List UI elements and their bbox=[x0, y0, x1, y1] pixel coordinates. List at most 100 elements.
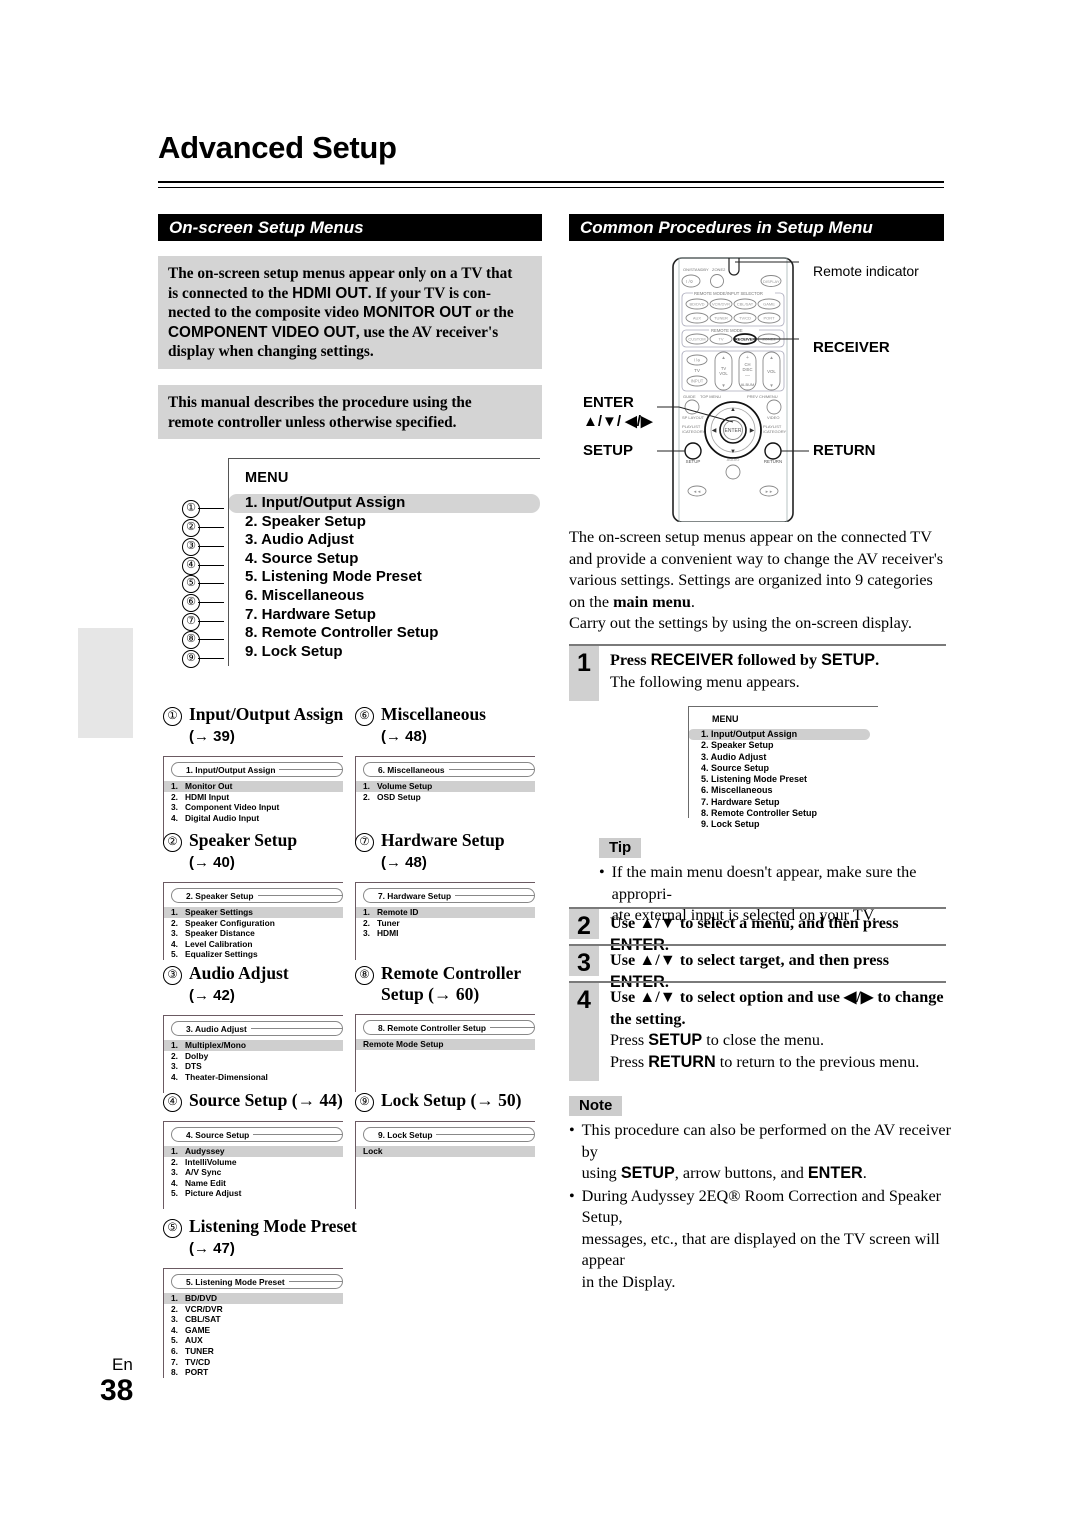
menu-item-remote-controller-setup[interactable]: 8. Remote Controller Setup bbox=[228, 624, 540, 643]
list-item[interactable]: 2. Tuner bbox=[355, 918, 535, 929]
paragraph-line: and provide a convenient way to change t… bbox=[569, 549, 944, 568]
note-bullets: • This procedure can also be performed o… bbox=[569, 1120, 951, 1293]
list-item[interactable]: 1. Volume Setup bbox=[355, 781, 535, 792]
svg-text:GAME: GAME bbox=[763, 302, 775, 307]
list-item[interactable]: 3. CBL/SAT bbox=[163, 1314, 343, 1325]
list-item[interactable]: 3. Speaker Distance bbox=[163, 928, 343, 939]
intro-paragraph: The on-screen setup menus appear on the … bbox=[569, 527, 949, 635]
list-item[interactable]: 5. AUX bbox=[163, 1335, 343, 1346]
list-item[interactable]: 3. DTS bbox=[163, 1061, 343, 1072]
svg-text:REMOTE MODE: REMOTE MODE bbox=[711, 328, 743, 333]
svg-text:VOL: VOL bbox=[767, 369, 776, 374]
list-item[interactable]: 7. TV/CD bbox=[163, 1357, 343, 1368]
bullet-dot: • bbox=[569, 1121, 575, 1139]
list-item[interactable]: 1. Audyssey bbox=[163, 1146, 343, 1157]
list-item[interactable]: 4. Name Edit bbox=[163, 1178, 343, 1189]
screenshot-left-rule bbox=[355, 1014, 356, 1092]
notice-line: This manual describes the procedure usin… bbox=[168, 394, 472, 411]
step-subtext: to return to the previous menu. bbox=[715, 1052, 920, 1071]
list-item[interactable]: 2. IntelliVolume bbox=[163, 1157, 343, 1168]
rule bbox=[288, 1281, 342, 1282]
list-item[interactable]: 6. Miscellaneous bbox=[688, 785, 878, 796]
svg-text:AUX: AUX bbox=[693, 316, 702, 321]
list-item[interactable]: 1. Remote ID bbox=[355, 907, 535, 918]
list-item[interactable]: 3. HDMI bbox=[355, 928, 535, 939]
list-item[interactable]: 4. Theater-Dimensional bbox=[163, 1072, 343, 1083]
list-item[interactable]: Remote Mode Setup bbox=[355, 1039, 535, 1050]
list-item[interactable]: Lock bbox=[355, 1146, 535, 1157]
list-item[interactable]: 5. Equalizer Settings bbox=[163, 949, 343, 960]
step-text: Use ▲/▼ to select option and use ◀/▶ to … bbox=[610, 988, 944, 1071]
list-item[interactable]: 1. Monitor Out bbox=[163, 781, 343, 792]
step-subtext: to close the menu. bbox=[702, 1031, 825, 1049]
list-item[interactable]: 3. A/V Sync bbox=[163, 1167, 343, 1178]
subsection-input-output-assign: ① Input/Output Assign (→ 39) 1. Input/Out… bbox=[163, 704, 348, 844]
list-item[interactable]: 2. Speaker Configuration bbox=[163, 918, 343, 929]
menu-item-lock-setup[interactable]: 9. Lock Setup bbox=[228, 643, 540, 662]
menu-illustration-title: MENU bbox=[245, 470, 289, 486]
page-number: 38 bbox=[100, 1374, 134, 1407]
screenshot-lock-setup: 9. Lock Setup Lock bbox=[355, 1121, 535, 1209]
list-item[interactable]: 4. Source Setup bbox=[688, 763, 878, 774]
list-item[interactable]: 5. Picture Adjust bbox=[163, 1188, 343, 1199]
menu-item-speaker-setup[interactable]: 2. Speaker Setup bbox=[228, 513, 540, 532]
notice-line: is connected to the bbox=[168, 284, 293, 302]
menu-item-listening-mode-preset[interactable]: 5. Listening Mode Preset bbox=[228, 568, 540, 587]
svg-text:AUDIO: AUDIO bbox=[727, 457, 740, 462]
subsection-title-line2: Setup (→ 60) bbox=[381, 984, 480, 1004]
list-item[interactable]: 1. Input/Output Assign bbox=[688, 729, 870, 741]
callout-leader-4 bbox=[198, 565, 224, 566]
list-item[interactable]: 1. Speaker Settings bbox=[163, 907, 343, 918]
list-item[interactable]: 1. BD/DVD bbox=[163, 1293, 343, 1304]
menu-item-source-setup[interactable]: 4. Source Setup bbox=[228, 550, 540, 569]
screenshot-title: 1. Input/Output Assign bbox=[186, 764, 276, 775]
list-item[interactable]: 4. GAME bbox=[163, 1325, 343, 1336]
list-item[interactable]: 3. Component Video Input bbox=[163, 802, 343, 813]
list-item[interactable]: 9. Lock Setup bbox=[688, 819, 878, 830]
notice-line: remote controller unless otherwise speci… bbox=[168, 413, 457, 431]
svg-text:TV/CD: TV/CD bbox=[739, 316, 751, 321]
list-item[interactable]: 7. Hardware Setup bbox=[688, 797, 878, 808]
svg-text:/CATEGORY: /CATEGORY bbox=[682, 429, 706, 434]
screenshot-top-rule bbox=[163, 756, 343, 757]
list-item[interactable]: 4. Digital Audio Input bbox=[163, 813, 343, 824]
subsection-heading: ③ Audio Adjust (→ 42) bbox=[163, 963, 348, 1006]
subsection-title: Speaker Setup bbox=[189, 830, 298, 850]
svg-text:TUNER: TUNER bbox=[714, 316, 728, 321]
list-item[interactable]: 2. VCR/DVR bbox=[163, 1304, 343, 1315]
svg-text:BD/DVD: BD/DVD bbox=[689, 302, 704, 307]
list-item[interactable]: 2. HDMI Input bbox=[163, 792, 343, 803]
list-item[interactable]: 8. PORT bbox=[163, 1367, 343, 1378]
callout-number: ⑨ bbox=[355, 1093, 374, 1112]
subsection-title: Audio Adjust bbox=[189, 963, 289, 983]
rule bbox=[253, 1134, 342, 1135]
callout-number: ⑦ bbox=[355, 833, 374, 852]
list-item[interactable]: 4. Level Calibration bbox=[163, 939, 343, 950]
list-item[interactable]: 2. Speaker Setup bbox=[688, 740, 878, 751]
list-item[interactable]: 2. Dolby bbox=[163, 1051, 343, 1062]
key-setup: SETUP bbox=[821, 651, 876, 669]
page-reference: (→ 47) bbox=[189, 1240, 235, 1257]
page-language: En bbox=[112, 1355, 133, 1374]
list-item[interactable]: 2. OSD Setup bbox=[355, 792, 535, 803]
menu-item-input-output-assign[interactable]: 1. Input/Output Assign bbox=[228, 494, 540, 513]
svg-text:TOP MENU: TOP MENU bbox=[700, 394, 721, 399]
subsection-heading: ② Speaker Setup (→ 40) bbox=[163, 830, 348, 873]
svg-text:GUIDE: GUIDE bbox=[683, 394, 696, 399]
menu-item-miscellaneous[interactable]: 6. Miscellaneous bbox=[228, 587, 540, 606]
screenshot-title-pill: 4. Source Setup bbox=[171, 1127, 343, 1142]
menu-item-hardware-setup[interactable]: 7. Hardware Setup bbox=[228, 606, 540, 625]
list-item[interactable]: 1. Multiplex/Mono bbox=[163, 1040, 343, 1051]
menu-item-audio-adjust[interactable]: 3. Audio Adjust bbox=[228, 531, 540, 550]
rule bbox=[279, 769, 342, 770]
svg-text:SP LAYOUT: SP LAYOUT bbox=[682, 415, 705, 420]
list-item[interactable]: 6. TUNER bbox=[163, 1346, 343, 1357]
list-item[interactable]: 5. Listening Mode Preset bbox=[688, 774, 878, 785]
list-item[interactable]: 8. Remote Controller Setup bbox=[688, 808, 878, 819]
screenshot-title-pill: 6. Miscellaneous bbox=[363, 762, 535, 777]
subsection-hardware-setup: ⑦ Hardware Setup (→ 48) 7. Hardware Setup… bbox=[355, 830, 540, 960]
list-item[interactable]: 3. Audio Adjust bbox=[688, 752, 878, 763]
subsection-title: Source Setup (→ 44) bbox=[189, 1090, 343, 1110]
svg-text:◀: ◀ bbox=[712, 428, 717, 434]
subsection-lock-setup: ⑨ Lock Setup (→ 50) 9. Lock Setup Lock bbox=[355, 1090, 550, 1209]
